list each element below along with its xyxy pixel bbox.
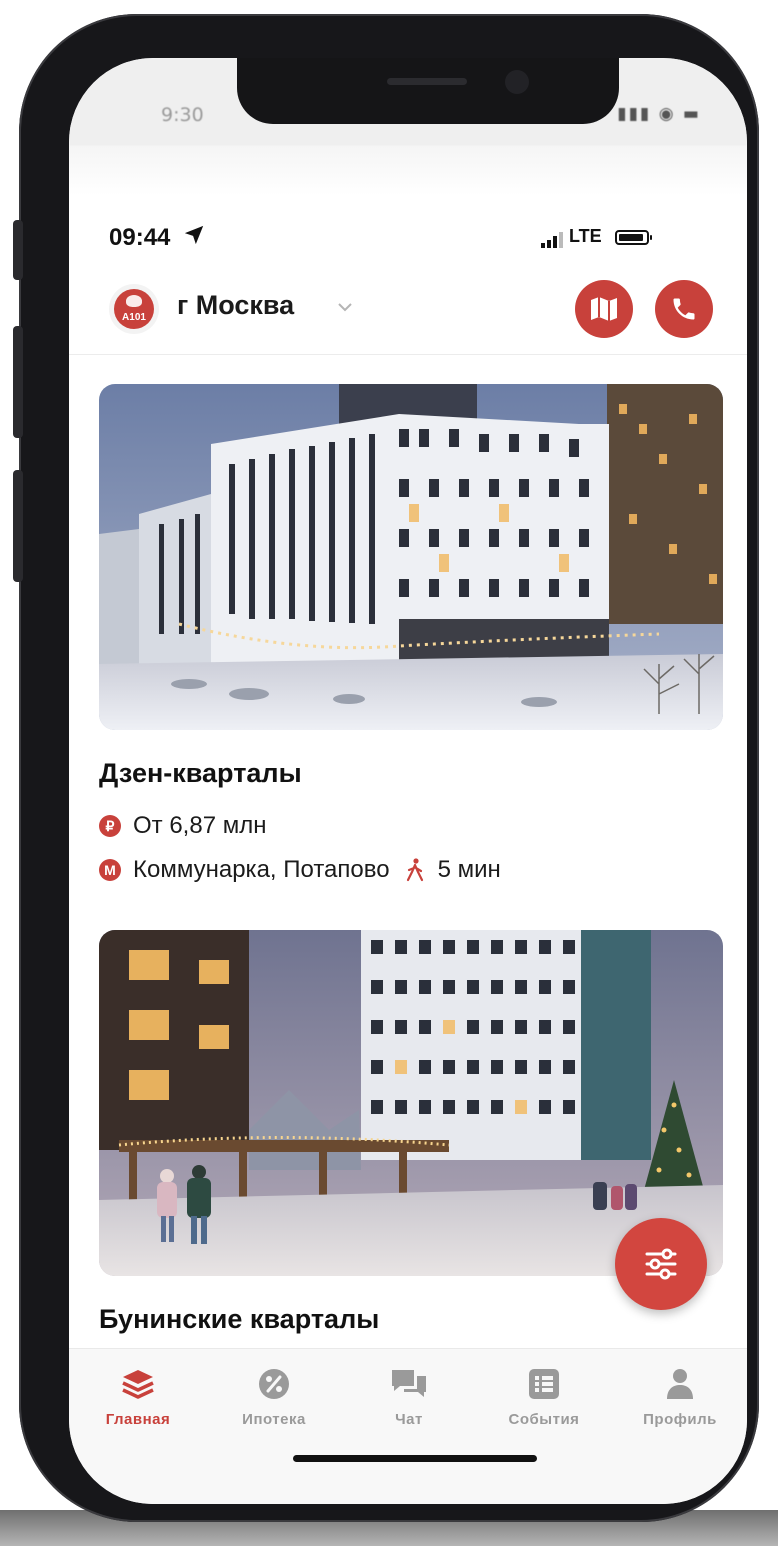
project-photo[interactable] [99,930,723,1276]
city-selector[interactable]: г Москва [177,290,294,321]
filter-button[interactable] [615,1218,707,1310]
metro-icon: M [99,859,121,881]
metro-text: Коммунарка, Потапово [133,856,390,883]
project-title[interactable]: Дзен-кварталы [99,758,302,789]
status-time-text: 09:44 [109,224,171,251]
tab-events[interactable]: События [479,1367,609,1428]
battery-icon [615,230,652,245]
phone-icon [673,298,695,320]
volume-up-button [13,326,23,438]
project-photo[interactable] [99,384,723,730]
percent-icon [259,1369,289,1399]
tab-chat-label: Чат [395,1411,423,1428]
tab-home-label: Главная [105,1411,171,1428]
metro-row: M Коммунарка, Потапово 5 мин [99,856,501,884]
map-icon [591,297,617,321]
filter-sliders-icon [645,1248,677,1280]
phone-frame: 9:30 ▮▮▮ ◉ ▬ 09:44 LTE A101 г Москва Дзе… [13,14,759,1522]
app-header: A101 г Москва [69,276,747,346]
profile-icon [667,1369,693,1399]
tab-mortgage-label: Ипотека [242,1411,306,1428]
outer-time: 9:30 [161,104,204,126]
price-text: От 6,87 млн [133,812,267,839]
tab-chat[interactable]: Чат [344,1367,474,1428]
location-arrow-icon [184,225,204,245]
notch [237,58,619,124]
price-row: ₽ От 6,87 млн [99,812,266,840]
brand-logo: A101 [109,284,159,334]
front-camera [505,70,529,94]
outer-status-icons: ▮▮▮ ◉ ▬ [617,104,701,124]
residential-render-winter [99,384,723,730]
chat-icon [392,1370,426,1397]
events-icon [529,1369,559,1399]
layers-icon [122,1370,154,1399]
volume-down-button [13,470,23,582]
map-button[interactable] [575,280,633,338]
walk-time: 5 мин [437,856,501,883]
silent-switch [13,220,23,280]
network-type: LTE [569,226,602,246]
status-fade [69,146,747,196]
residential-render-winter [99,930,723,1276]
status-bar: 09:44 LTE [69,218,747,258]
call-button[interactable] [655,280,713,338]
tab-events-label: События [508,1411,580,1428]
header-divider [69,354,747,355]
chevron-down-icon[interactable] [337,302,353,312]
tab-home[interactable]: Главная [73,1367,203,1428]
tab-mortgage[interactable]: Ипотека [209,1367,339,1428]
bottom-tab-bar: Главная Ипотека Чат События Профиль [69,1348,747,1504]
status-time: 09:44 [109,224,205,252]
tab-profile[interactable]: Профиль [615,1367,745,1428]
ruble-icon: ₽ [99,815,121,837]
home-indicator[interactable] [293,1455,537,1462]
speaker [387,78,467,85]
project-title[interactable]: Бунинские кварталы [99,1304,379,1335]
tab-profile-label: Профиль [643,1411,717,1428]
screen: 9:30 ▮▮▮ ◉ ▬ 09:44 LTE A101 г Москва Дзе… [69,58,747,1504]
signal-icon [541,232,563,248]
walk-icon [406,858,423,882]
